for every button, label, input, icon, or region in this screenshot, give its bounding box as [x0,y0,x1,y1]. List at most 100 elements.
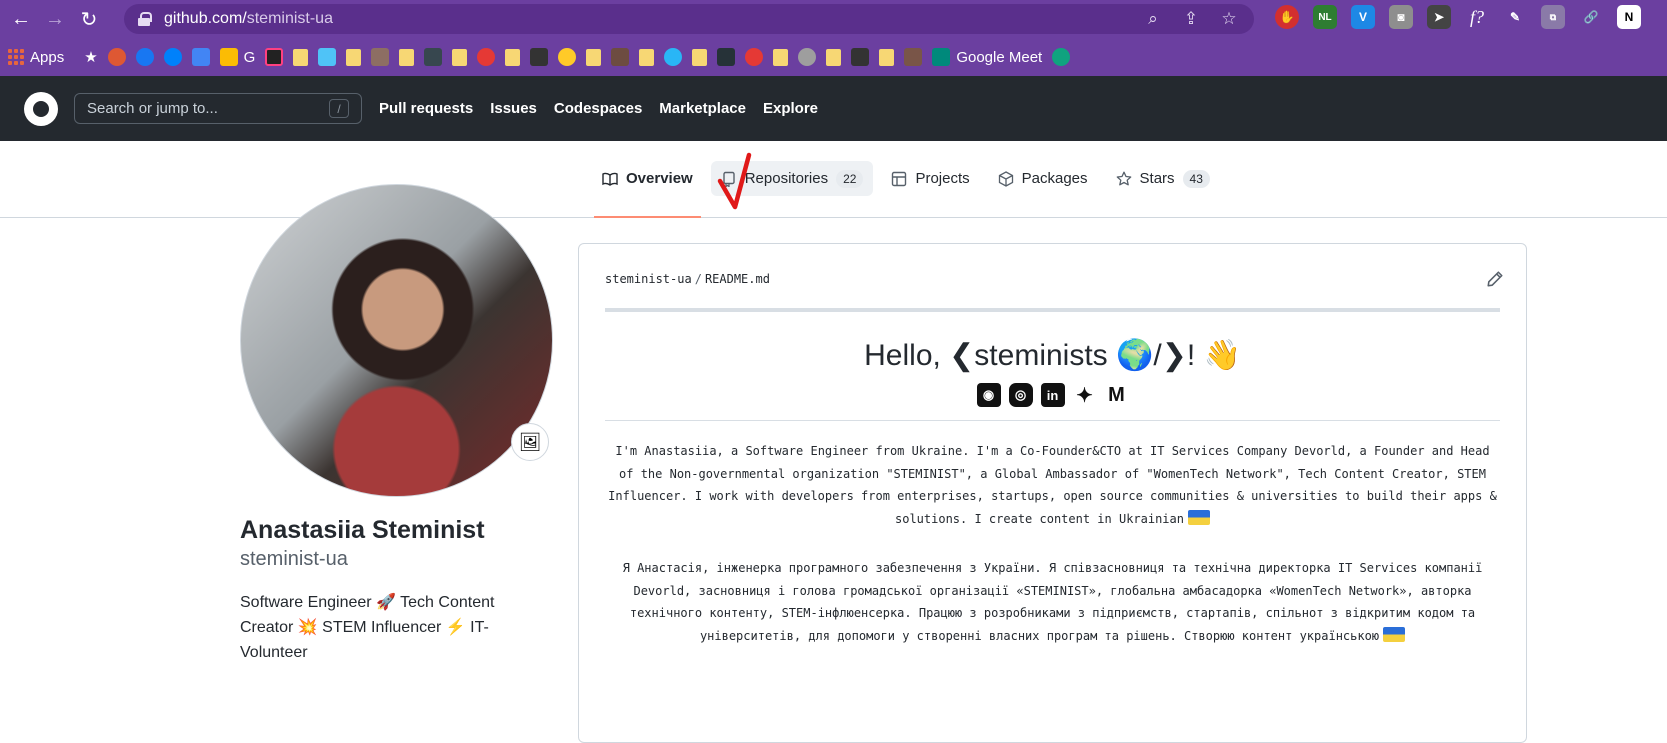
url-path: steminist-ua [246,10,333,27]
folder-icon[interactable] [346,48,362,66]
pencil-edit-icon[interactable] [1486,270,1504,288]
meta-icon[interactable] [163,48,182,66]
stars-count: 43 [1182,169,1210,188]
profile-username: steminist-ua [240,548,348,570]
bookmark-icon[interactable] [371,48,390,66]
chatgpt-icon[interactable] [1052,48,1071,66]
graduation-cap-icon[interactable] [530,48,549,66]
google-translate-icon[interactable] [191,48,210,66]
address-bar[interactable]: github.com/steminist-ua ⌕ ⇪ ☆ [124,4,1254,34]
readme-crumb-file[interactable]: README.md [705,272,770,286]
extensions-bar: ✋ NL V ◙ ➤ f? ✎ ⧉ 🔗 N [1275,5,1641,29]
folder-icon[interactable] [505,48,521,66]
link-extension-icon[interactable]: 🔗 [1579,5,1603,29]
duckduckgo-icon[interactable] [107,48,126,66]
table-icon [891,171,907,187]
nav-issues[interactable]: Issues [490,100,537,117]
readme-divider [605,420,1500,421]
formula-extension-icon[interactable]: f? [1465,5,1489,29]
folder-icon[interactable] [399,48,415,66]
stop-hand-extension-icon[interactable]: ✋ [1275,5,1299,29]
bookmark-icon[interactable] [318,48,337,66]
mega-icon[interactable] [745,48,764,66]
folder-icon[interactable] [692,48,708,66]
gitzip-extension-icon[interactable]: ⧉ [1541,5,1565,29]
readme-paragraph-ukrainian: Я Анастасія, інженерка програмного забез… [605,557,1500,647]
bookmark-page-icon[interactable] [265,48,284,66]
camera-extension-icon[interactable]: ◙ [1389,5,1413,29]
nav-codespaces[interactable]: Codespaces [554,100,642,117]
readme-paragraph-english-text: I'm Anastasiia, a Software Engineer from… [608,444,1497,526]
folder-icon[interactable] [293,48,309,66]
github-header: Search or jump to... / Pull requests Iss… [0,76,1667,141]
linkedin-icon[interactable]: in [1040,383,1065,407]
bookmark-star[interactable]: ★ [84,48,97,66]
nl-extension-icon[interactable]: NL [1313,5,1337,29]
bookmark-google-ads[interactable]: G [219,48,255,66]
folder-icon[interactable] [586,48,602,66]
nav-explore[interactable]: Explore [763,100,818,117]
target-icon[interactable] [477,48,496,66]
folder-icon[interactable] [452,48,468,66]
repositories-count: 22 [836,169,864,188]
folder-icon[interactable] [639,48,655,66]
readme-paragraph-ukrainian-text: Я Анастасія, інженерка програмного забез… [622,561,1483,643]
lock-icon[interactable] [138,12,152,26]
github-logo-icon[interactable] [24,91,58,126]
google-ads-icon [219,48,238,66]
url-text[interactable]: github.com/steminist-ua [164,10,333,28]
tab-stars[interactable]: Stars 43 [1106,161,1220,196]
discord-icon[interactable]: ◉ [976,383,1001,407]
bookmark-icon[interactable] [558,48,577,66]
status-emoji-badge[interactable]: 🖼 [511,423,549,461]
headphones-icon[interactable] [798,48,817,66]
graduation-cap-icon[interactable] [851,48,870,66]
apps-grid-icon [8,49,24,65]
tab-projects-label: Projects [915,170,970,187]
zoom-icon[interactable]: ⌕ [1142,8,1164,30]
forward-arrow-icon[interactable]: → [40,4,70,34]
profile-full-name: Anastasiia Steminist [240,516,485,544]
search-input[interactable]: Search or jump to... / [74,93,362,124]
readme-crumb-user[interactable]: steminist-ua [605,272,692,286]
folder-icon[interactable] [773,48,789,66]
v-extension-icon[interactable]: V [1351,5,1375,29]
back-arrow-icon[interactable]: ← [6,4,36,34]
reload-icon[interactable]: ↻ [74,4,104,34]
laptop-icon[interactable] [424,48,443,66]
readme-heading: Hello, ❮steminists 🌍/❯! 👋 [864,339,1241,372]
search-placeholder: Search or jump to... [87,100,218,117]
readme-paragraph-english: I'm Anastasiia, a Software Engineer from… [605,440,1500,530]
tab-packages[interactable]: Packages [988,161,1098,196]
profile-avatar[interactable] [240,184,553,497]
browser-chrome: ← → ↻ github.com/steminist-ua ⌕ ⇪ ☆ ✋ NL… [0,0,1667,76]
bookmark-icon[interactable] [904,48,923,66]
share-icon[interactable]: ⇪ [1180,8,1202,30]
bookmark-star-icon[interactable]: ☆ [1218,8,1240,30]
folder-icon[interactable] [879,48,895,66]
gmail-icon[interactable]: M [1105,383,1129,407]
social-links: ◉ ◎ in ✦ M [579,383,1526,407]
bookmark-icon[interactable] [611,48,630,66]
nav-pull-requests[interactable]: Pull requests [379,100,473,117]
profile-tabs: Overview Repositories 22 Projects Packag… [592,161,1220,218]
tab-repositories-label: Repositories [744,170,829,187]
bookmark-apps[interactable]: Apps [8,49,64,66]
instagram-icon[interactable]: ◎ [1008,383,1033,407]
eyedropper-extension-icon[interactable]: ✎ [1503,5,1527,29]
globe-icon[interactable] [664,48,683,66]
notion-extension-icon[interactable]: N [1617,5,1641,29]
book-icon [602,171,618,187]
clapperboard-icon[interactable] [717,48,736,66]
nav-marketplace[interactable]: Marketplace [659,100,746,117]
tab-overview[interactable]: Overview [592,161,703,218]
facebook-icon[interactable] [135,48,154,66]
readme-crumb-separator: / [694,272,702,286]
folder-icon[interactable] [826,48,842,66]
cursor-extension-icon[interactable]: ➤ [1427,5,1451,29]
tab-projects[interactable]: Projects [881,161,979,196]
twitter-icon[interactable]: ✦ [1073,383,1097,407]
tab-overview-label: Overview [626,170,693,187]
bookmark-google-meet[interactable]: Google Meet [932,48,1042,66]
bookmark-apps-label: Apps [30,48,65,66]
